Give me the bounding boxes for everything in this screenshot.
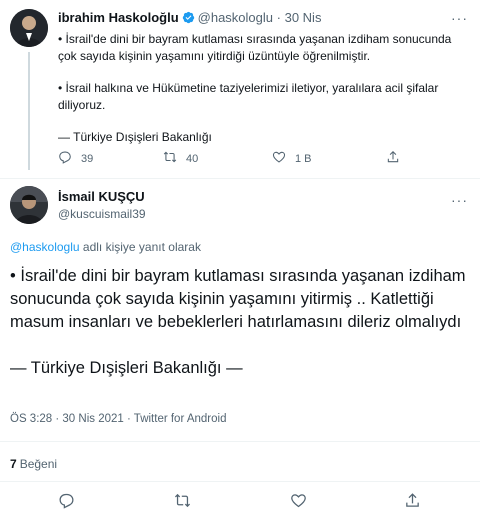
like-icon bbox=[272, 150, 286, 167]
tweet-paragraph: • İsrail halkına ve Hükümetine taziyeler… bbox=[58, 81, 439, 112]
share-button[interactable] bbox=[404, 492, 421, 514]
tweet-header: ibrahim Haskoloğlu @haskologlu · 30 Nis bbox=[58, 10, 321, 27]
share-icon bbox=[386, 150, 400, 167]
thread-line bbox=[28, 52, 30, 170]
retweet-icon bbox=[174, 493, 191, 513]
tweet-text: • İsrail'de dini bir bayram kutlaması sı… bbox=[10, 265, 470, 380]
reply-button[interactable]: 39 bbox=[58, 150, 93, 167]
retweet-button[interactable]: 40 bbox=[163, 150, 198, 167]
parent-tweet[interactable]: ibrahim Haskoloğlu @haskologlu · 30 Nis ·… bbox=[0, 0, 480, 178]
handle[interactable]: @kuscuismail39 bbox=[58, 207, 146, 221]
reply-icon bbox=[58, 493, 75, 513]
retweet-icon bbox=[163, 150, 177, 167]
likes-summary[interactable]: 7 Beğeni bbox=[10, 457, 57, 471]
likes-count: 7 bbox=[10, 457, 17, 471]
avatar[interactable] bbox=[10, 9, 48, 47]
separator: · bbox=[276, 10, 281, 25]
avatar[interactable] bbox=[10, 186, 48, 224]
display-name[interactable]: İsmail KUŞÇU bbox=[58, 189, 145, 204]
divider bbox=[0, 441, 480, 442]
retweet-count: 40 bbox=[186, 152, 199, 165]
tweet-paragraph: — Türkiye Dışişleri Bakanlığı — bbox=[10, 359, 243, 377]
tweet-paragraph: — Türkiye Dışişleri Bakanlığı bbox=[58, 130, 212, 144]
reply-to-link[interactable]: @haskologlu bbox=[10, 240, 80, 254]
more-icon[interactable]: ··· bbox=[451, 192, 468, 208]
reply-count: 39 bbox=[81, 152, 94, 165]
handle[interactable]: @haskologlu bbox=[198, 10, 273, 25]
share-icon bbox=[404, 493, 421, 513]
tweet-paragraph: • İsrail'de dini bir bayram kutlaması sı… bbox=[58, 32, 452, 63]
like-button[interactable]: 1 B bbox=[272, 150, 312, 167]
retweet-button[interactable] bbox=[174, 492, 191, 514]
like-icon bbox=[290, 494, 307, 513]
reply-context: @haskologlu adlı kişiye yanıt olarak bbox=[10, 240, 201, 254]
verified-badge-icon bbox=[182, 11, 195, 27]
likes-label: Beğeni bbox=[19, 457, 58, 471]
tweet-meta[interactable]: ÖS 3:28 · 30 Nis 2021 · Twitter for Andr… bbox=[10, 413, 226, 425]
like-button[interactable] bbox=[290, 492, 307, 514]
reply-button[interactable] bbox=[58, 492, 75, 514]
divider bbox=[0, 178, 480, 179]
divider bbox=[0, 481, 480, 482]
tweet-text: • İsrail'de dini bir bayram kutlaması sı… bbox=[58, 31, 458, 146]
like-count: 1 B bbox=[295, 152, 312, 165]
tweet-date[interactable]: 30 Nis bbox=[285, 10, 322, 25]
share-button[interactable] bbox=[386, 150, 400, 167]
display-name[interactable]: ibrahim Haskoloğlu bbox=[58, 10, 179, 25]
more-icon[interactable]: ··· bbox=[451, 10, 468, 26]
reply-to-suffix: adlı kişiye yanıt olarak bbox=[82, 240, 201, 254]
reply-icon bbox=[58, 150, 72, 167]
tweet-paragraph: • İsrail'de dini bir bayram kutlaması sı… bbox=[10, 267, 466, 331]
